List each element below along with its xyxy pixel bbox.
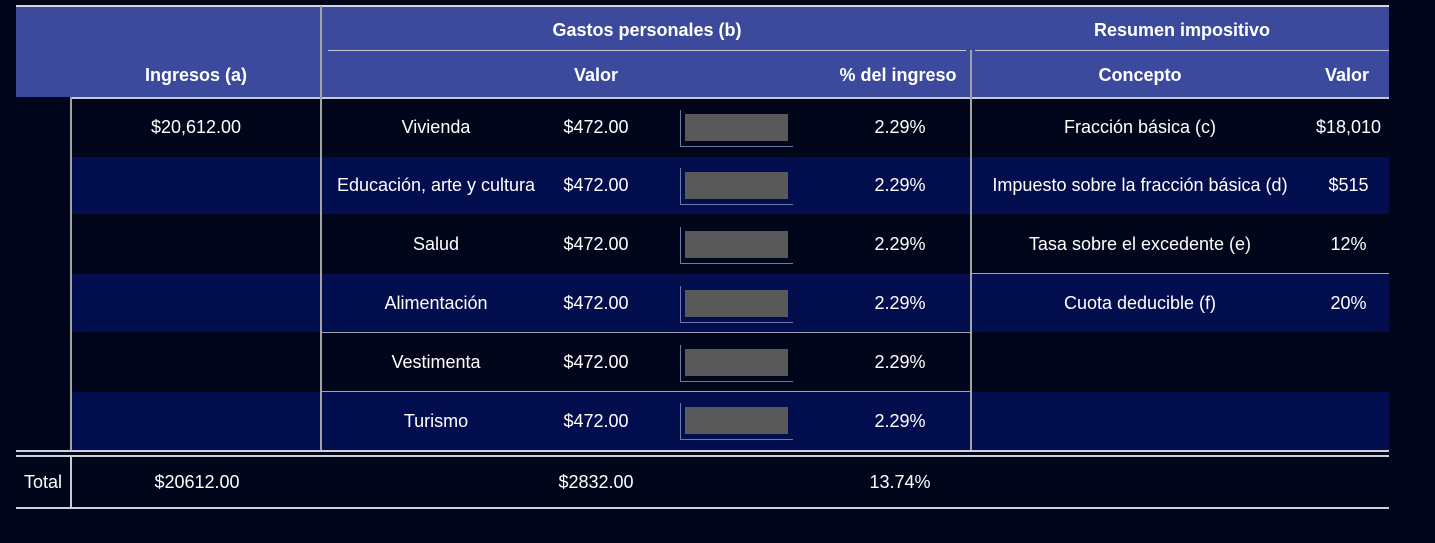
gasto-pct: 2.29%	[874, 175, 926, 195]
pct-bar	[685, 407, 788, 434]
gasto-pct: 2.29%	[874, 410, 926, 431]
gasto-value: $472.00	[563, 410, 629, 431]
resumen-concepto: Fracción básica (c)	[1063, 116, 1217, 137]
header-ingresos[interactable]: Ingresos (a)	[72, 58, 320, 92]
gasto-name: Educación, arte y cultura	[336, 175, 536, 195]
gasto-value: $472.00	[563, 351, 629, 372]
resumen-concepto: Tasa sobre el excedente (e)	[1028, 233, 1252, 254]
header-resumen-group: Resumen impositivo	[1093, 19, 1271, 40]
gasto-value: $472.00	[563, 175, 629, 195]
header-gastos-valor[interactable]: Valor	[500, 58, 692, 92]
gasto-pct: 2.29%	[874, 116, 926, 137]
resumen-empty-area	[972, 392, 1389, 450]
gasto-pct: 2.29%	[874, 351, 926, 372]
total-top-rule	[16, 450, 1389, 452]
gasto-value: $472.00	[563, 116, 629, 137]
gasto-value: $472.00	[563, 292, 629, 313]
header-top-rule	[16, 5, 1389, 7]
resumen-concepto: Cuota deducible (f)	[1063, 292, 1217, 313]
header-resumen-valor[interactable]: Valor	[1305, 58, 1389, 92]
gasto-name: Vivienda	[401, 116, 471, 137]
pct-bar	[685, 114, 788, 141]
total-ingresos: $20612.00	[154, 471, 240, 492]
ingreso-value: $20,612.00	[150, 116, 242, 137]
gasto-pct: 2.29%	[874, 292, 926, 313]
header-concepto[interactable]: Concepto	[975, 58, 1305, 92]
pct-bar	[685, 290, 788, 317]
total-bottom-rule	[16, 507, 1389, 509]
gasto-name: Alimentación	[384, 292, 488, 313]
gasto-name: Salud	[412, 233, 460, 254]
gasto-value: $472.00	[563, 233, 629, 254]
resumen-valor: $18,010	[1315, 116, 1382, 137]
resumen-empty-area	[972, 333, 1389, 391]
resumen-concepto: Impuesto sobre la fracción básica (d)	[992, 175, 1288, 195]
header-gastos-group: Gastos personales (b)	[552, 19, 742, 40]
pct-bar	[685, 231, 788, 258]
header-pct-ingreso[interactable]: % del ingreso	[826, 58, 970, 92]
total-label: Total	[23, 471, 63, 492]
resumen-valor: 20%	[1330, 292, 1367, 313]
pct-bar	[685, 172, 788, 199]
pct-bar	[685, 349, 788, 376]
gastos-group-rule	[328, 50, 966, 51]
gasto-name: Turismo	[403, 410, 469, 431]
gasto-pct: 2.29%	[874, 233, 926, 254]
total-pct: 13.74%	[869, 471, 931, 492]
resumen-valor: 12%	[1330, 233, 1367, 254]
gasto-name: Vestimenta	[391, 351, 481, 372]
total-gastos: $2832.00	[558, 471, 634, 492]
resumen-group-rule	[975, 50, 1389, 51]
resumen-valor: $515	[1328, 175, 1369, 195]
